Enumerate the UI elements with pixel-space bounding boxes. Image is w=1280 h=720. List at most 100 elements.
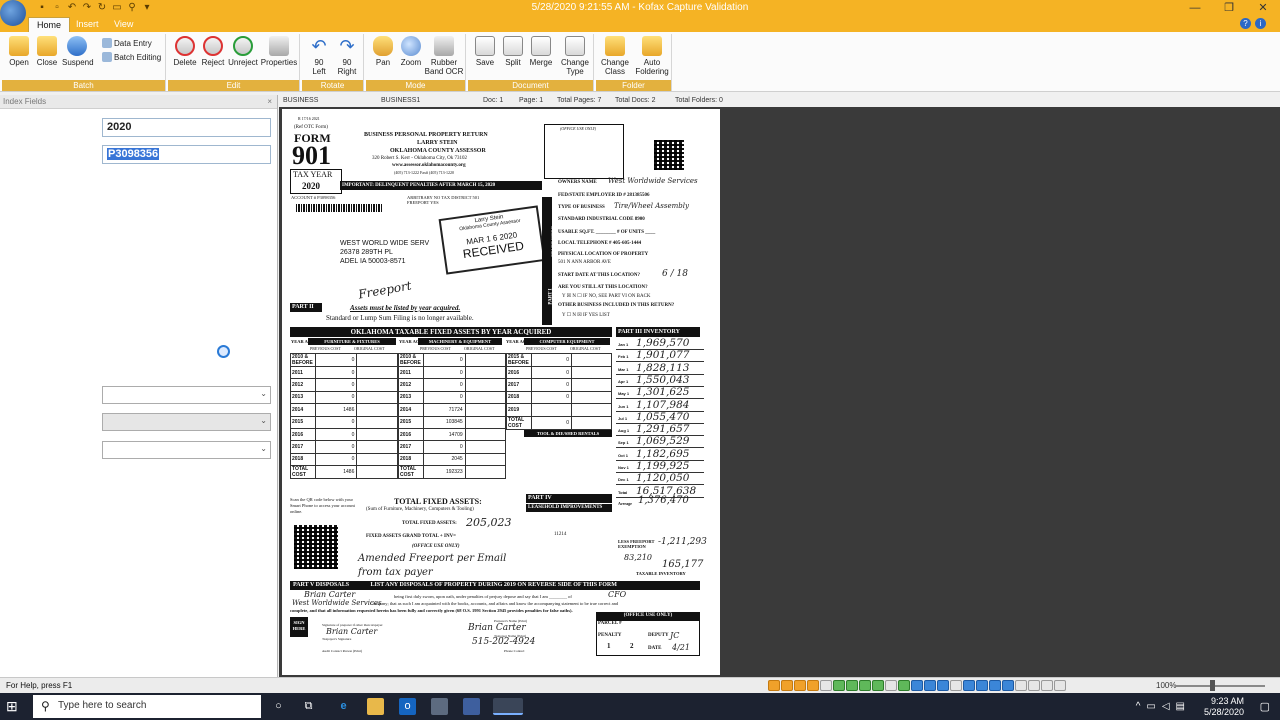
zoom-slider-track[interactable] (1175, 685, 1265, 687)
close-button[interactable]: ✕ (1246, 0, 1280, 16)
page-list-icon[interactable] (1015, 680, 1027, 691)
restore-button[interactable]: ❐ (1212, 0, 1246, 16)
last-batch-icon[interactable] (807, 680, 819, 691)
show-hidden-icon[interactable]: ^ (1136, 701, 1141, 712)
date-label: DATE (648, 646, 662, 651)
doc-counter: Doc: 1 (483, 97, 504, 104)
tax-year-field[interactable]: 2020 (102, 118, 271, 137)
unreject-button[interactable]: Unreject (226, 36, 260, 67)
inventory-row: Oct 1 1,182,695 (616, 448, 704, 461)
next-page-icon[interactable] (989, 680, 1001, 691)
prev-cost-cell: 192323 (422, 465, 466, 480)
edge-icon[interactable]: e (335, 698, 352, 715)
next-folder-icon[interactable] (859, 680, 871, 691)
suspend-button[interactable]: Suspend (62, 36, 94, 67)
prev-page-icon[interactable] (976, 680, 988, 691)
taxpayer-signature-label: Taxpayer's Signature (322, 637, 352, 641)
doc-list-icon[interactable] (950, 680, 962, 691)
file-explorer-icon[interactable] (367, 698, 384, 715)
inventory-month: Dec 1 (618, 477, 629, 483)
delete-button[interactable]: Delete (170, 36, 200, 67)
properties-button[interactable]: Properties (260, 36, 298, 67)
prev-batch-icon[interactable] (781, 680, 793, 691)
kofax-validation-icon[interactable] (493, 698, 523, 715)
physical-location-label: PHYSICAL LOCATION OF PROPERTY (558, 252, 649, 257)
orig-cost-cell (356, 403, 398, 417)
fit-icon[interactable] (1041, 680, 1053, 691)
rotate-right-button[interactable]: ↷ 90 Right (332, 36, 362, 76)
document-page[interactable]: R 17/16 2021 (Ref OTC Form) FORM 901 TAX… (282, 109, 720, 675)
change-class-button[interactable]: Change Class (598, 36, 632, 76)
image-viewer[interactable]: R 17/16 2021 (Ref OTC Form) FORM 901 TAX… (279, 107, 1280, 677)
notifications-icon[interactable]: ▢ (1260, 700, 1270, 713)
data-entry-button[interactable]: Data Entry (102, 38, 152, 48)
first-folder-icon[interactable] (833, 680, 845, 691)
change-type-icon (565, 36, 585, 56)
last-folder-icon[interactable] (872, 680, 884, 691)
prev-doc-icon[interactable] (911, 680, 923, 691)
app-logo-icon[interactable] (0, 0, 26, 26)
account-number-value: P3098356 (107, 148, 160, 160)
open-button[interactable]: Open (4, 36, 34, 67)
save-button[interactable]: Save (470, 36, 500, 67)
auto-foldering-button[interactable]: Auto Foldering (634, 36, 670, 76)
split-button[interactable]: Split (498, 36, 528, 67)
close-batch-button[interactable]: Close (32, 36, 62, 67)
tab-insert[interactable]: Insert (68, 17, 107, 32)
help-icon[interactable]: ? (1240, 18, 1251, 29)
batch-editing-button[interactable]: Batch Editing (102, 52, 161, 62)
orig-cost-cell (356, 353, 398, 367)
rotate-left-button[interactable]: ↶ 90 Left (304, 36, 334, 76)
orig-cost-cell (464, 353, 507, 367)
index-dropdown-3[interactable]: ⌄ (102, 441, 271, 459)
first-doc-icon[interactable] (898, 680, 910, 691)
taskbar-search-box[interactable]: ⚲ Type here to search (33, 695, 261, 718)
cortana-icon[interactable]: ○ (270, 698, 287, 715)
minimize-button[interactable]: — (1178, 0, 1212, 16)
keyboard-icon[interactable]: ▤ (1176, 701, 1185, 712)
zoom-button[interactable]: Zoom (396, 36, 426, 67)
last-doc-icon[interactable] (937, 680, 949, 691)
table-row: TOTAL COST 0 (506, 415, 612, 430)
table-row: 2014 1486 (290, 403, 398, 417)
zoom-slider-thumb[interactable] (1210, 680, 1215, 691)
amended-note-2: from tax payer (358, 567, 433, 578)
table-row: 2010 & BEFORE 0 (398, 353, 507, 367)
thumbnail-icon[interactable] (1028, 680, 1040, 691)
next-batch-icon[interactable] (794, 680, 806, 691)
tab-view[interactable]: View (106, 17, 141, 32)
index-dropdown-1[interactable]: ⌄ (102, 386, 271, 404)
taxpayer-name-value: Brian Carter (468, 623, 526, 633)
task-view-icon[interactable]: ⧉ (300, 698, 317, 715)
change-type-button[interactable]: Change Type (558, 36, 592, 76)
merge-button[interactable]: Merge (526, 36, 556, 67)
next-doc-icon[interactable] (924, 680, 936, 691)
prev-folder-icon[interactable] (846, 680, 858, 691)
panel-close-icon[interactable]: × (267, 95, 272, 109)
pan-button[interactable]: Pan (368, 36, 398, 67)
year-cell: 2016 (398, 427, 424, 442)
info-icon[interactable]: i (1255, 18, 1266, 29)
windows-start-icon[interactable]: ⊞ (6, 699, 21, 714)
tab-home[interactable]: Home (28, 17, 71, 32)
total-fixed-assets-value: 205,023 (466, 516, 512, 529)
still-at-location-label: ARE YOU STILL AT THIS LOCATION? (558, 285, 648, 290)
outlook-icon[interactable]: o (399, 698, 416, 715)
network-icon[interactable]: ▭ (1146, 701, 1155, 712)
volume-icon[interactable]: ◁ (1162, 701, 1170, 712)
account-number-field[interactable]: P3098356 (102, 145, 271, 164)
rubber-band-ocr-button[interactable]: Rubber Band OCR (424, 36, 464, 76)
folder-list-icon[interactable] (885, 680, 897, 691)
group-label: Document (468, 80, 593, 91)
remote-desktop-icon[interactable] (431, 698, 448, 715)
last-page-icon[interactable] (1002, 680, 1014, 691)
first-batch-icon[interactable] (768, 680, 780, 691)
orig-cost-cell (464, 415, 507, 429)
inventory-value: 1,291,657 (636, 423, 690, 436)
kofax-admin-icon[interactable] (463, 698, 480, 715)
grid-icon[interactable] (1054, 680, 1066, 691)
year-cell: 2014 (398, 403, 424, 417)
clock[interactable]: 9:23 AM 5/28/2020 (1204, 696, 1244, 718)
reject-button[interactable]: Reject (198, 36, 228, 67)
first-page-icon[interactable] (963, 680, 975, 691)
